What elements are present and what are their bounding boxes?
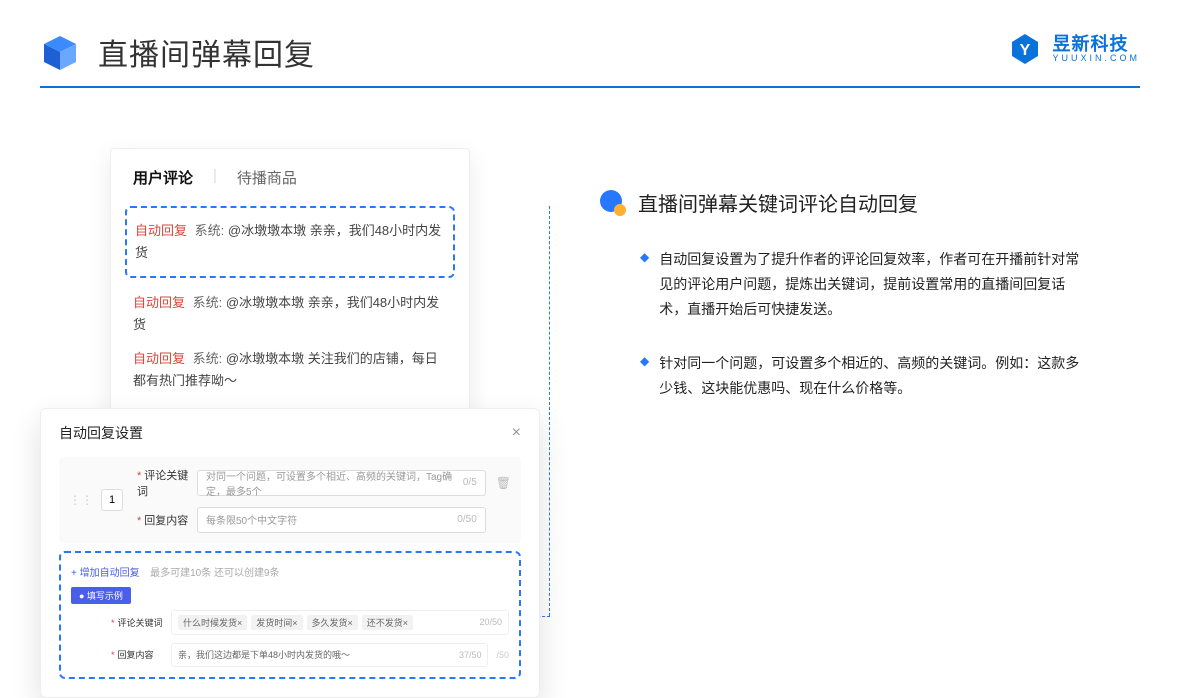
example-badge: ● 填写示例 [71,587,131,604]
system-tag: 系统: [193,351,223,366]
comment-row: 自动回复 系统: @冰墩墩本墩 亲亲，我们48小时内发货 [135,214,445,270]
comments-tabs: 用户评论 | 待播商品 [133,167,447,188]
close-icon[interactable]: × [512,424,521,442]
brand-name: 昱新科技 [1052,35,1140,53]
reply-placeholder: 每条限50个中文字符 [206,512,297,527]
ex-kw-counter: 20/50 [479,617,502,627]
row-number: 1 [101,489,123,511]
system-tag: 系统: [195,223,225,238]
add-hint: 最多可建10条 还可以创建9条 [150,568,279,579]
ex-reply-text-box[interactable]: 亲，我们这边都是下单48小时内发货的哦～ 37/50 [171,643,488,667]
bullet-mark-icon: ◆ [640,354,649,368]
keyword-counter: 0/5 [463,477,477,488]
tab-user-comments[interactable]: 用户评论 [133,167,193,188]
comment-row: 自动回复 系统: @冰墩墩本墩 亲亲，我们48小时内发货 [133,286,447,342]
keyword-label: 评论关键词 [137,467,197,499]
auto-reply-settings-card: 自动回复设置 × ⋮⋮ 1 评论关键词 对同一个问题，可设置多个相近、高频的关键… [40,408,540,698]
tag: 发货时间× [251,615,302,630]
section-title: 直播间弹幕关键词评论自动回复 [638,188,918,217]
bullet-item: ◆ 自动回复设置为了提升作者的评论回复效率，作者可在开播前针对常见的评论用户问题… [600,247,1080,323]
logo-cube-icon [40,32,80,72]
auto-reply-tag: 自动回复 [133,295,185,310]
highlighted-comment: 自动回复 系统: @冰墩墩本墩 亲亲，我们48小时内发货 [125,206,455,278]
bullet-item: ◆ 针对同一个问题，可设置多个相近的、高频的关键词。例如：这款多少钱、这块能优惠… [600,351,1080,401]
outer-counter: /50 [496,650,509,660]
comment-row: 自动回复 系统: @冰墩墩本墩 关注我们的店铺，每日都有热门推荐呦～ [133,342,447,398]
form-row-group: ⋮⋮ 1 评论关键词 对同一个问题，可设置多个相近、高频的关键词，Tag确定，最… [59,457,521,543]
brand-block: Y 昱新科技 YUUXIN.COM [1008,32,1140,66]
reply-label: 回复内容 [137,512,197,528]
reply-input[interactable]: 每条限50个中文字符 0/50 [197,507,486,533]
tab-pending-products[interactable]: 待播商品 [237,167,297,188]
bullet-mark-icon: ◆ [640,250,649,264]
add-auto-reply-link[interactable]: + 增加自动回复 [71,568,140,579]
trash-icon[interactable]: 🗑 [496,476,511,490]
bullet-text: 针对同一个问题，可设置多个相近的、高频的关键词。例如：这款多少钱、这块能优惠吗、… [659,351,1080,401]
page-title: 直播间弹幕回复 [98,30,315,74]
settings-title: 自动回复设置 [59,423,143,443]
ex-reply-label: 回复内容 [111,648,171,661]
ex-reply-text: 亲，我们这边都是下单48小时内发货的哦～ [178,648,350,661]
bubble-icon [600,190,626,216]
ex-keyword-label: 评论关键词 [111,616,171,629]
tag: 还不发货× [362,615,413,630]
keyword-input[interactable]: 对同一个问题，可设置多个相近、高频的关键词，Tag确定，最多5个 0/5 [197,470,486,496]
tab-divider: | [213,167,217,188]
tag: 什么时候发货× [178,615,247,630]
section-header: 直播间弹幕关键词评论自动回复 [600,188,1080,217]
comments-card: 用户评论 | 待播商品 自动回复 系统: @冰墩墩本墩 亲亲，我们48小时内发货… [110,148,470,418]
auto-reply-tag: 自动回复 [133,351,185,366]
system-tag: 系统: [193,295,223,310]
brand-sub: YUUXIN.COM [1052,53,1140,63]
auto-reply-tag: 自动回复 [135,223,187,238]
reply-counter: 0/50 [457,514,476,525]
tag: 多久发货× [307,615,358,630]
ex-reply-counter: 37/50 [459,650,482,660]
ex-keyword-tags[interactable]: 什么时候发货× 发货时间× 多久发货× 还不发货× 20/50 [171,610,509,635]
svg-text:Y: Y [1020,42,1031,59]
brand-icon: Y [1008,32,1042,66]
drag-handle-icon[interactable]: ⋮⋮ [69,493,93,507]
bullet-text: 自动回复设置为了提升作者的评论回复效率，作者可在开播前针对常见的评论用户问题，提… [659,247,1080,323]
keyword-placeholder: 对同一个问题，可设置多个相近、高频的关键词，Tag确定，最多5个 [206,468,463,498]
example-highlight-box: + 增加自动回复 最多可建10条 还可以创建9条 ● 填写示例 评论关键词 什么… [59,551,521,679]
